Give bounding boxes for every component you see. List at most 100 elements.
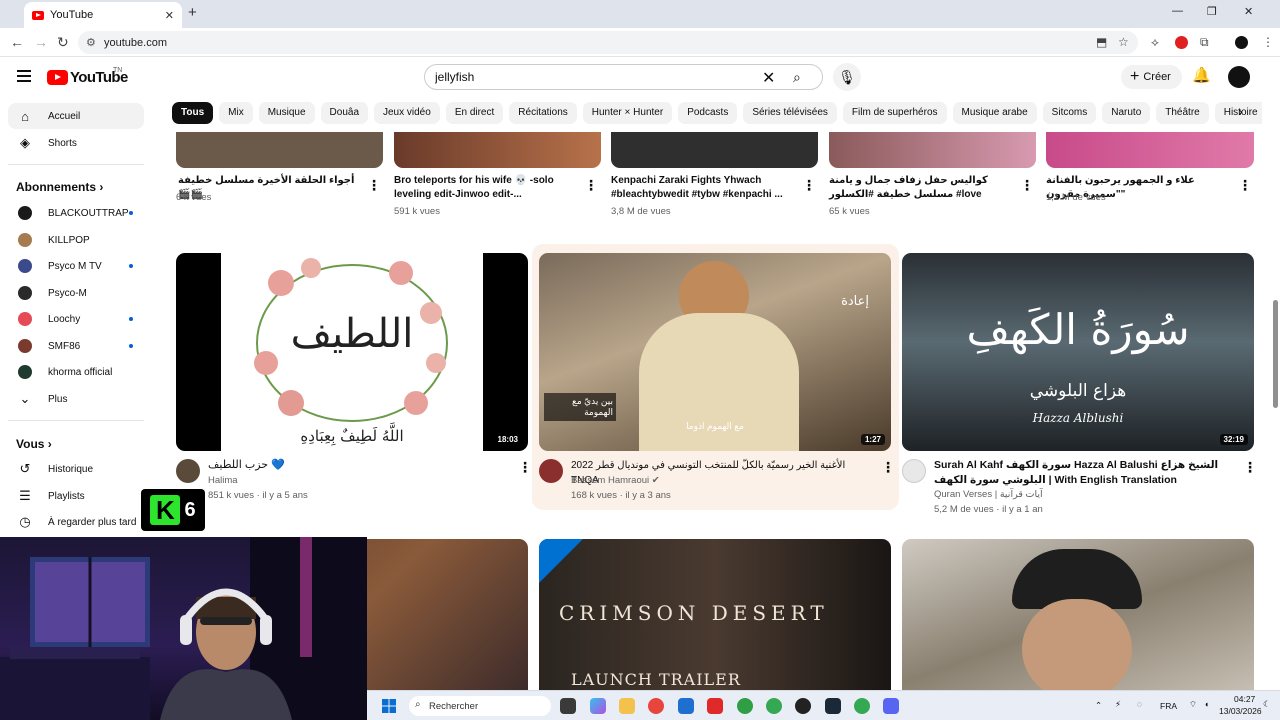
- short-title[interactable]: Bro teleports for his wife 💀 -solo level…: [394, 174, 574, 202]
- sidebar-item-subscription[interactable]: Loochy: [8, 306, 144, 332]
- sidebar-item-subscription[interactable]: Psyco-M: [8, 280, 144, 306]
- more-options-icon[interactable]: ⋮: [802, 177, 816, 194]
- search-box[interactable]: ✕ ⌕: [424, 64, 823, 90]
- profile-avatar[interactable]: [1235, 36, 1248, 49]
- sidebar-item-playlists[interactable]: ☰ Playlists: [8, 483, 144, 509]
- channel-name[interactable]: Halima: [208, 475, 238, 486]
- channel-name[interactable]: Bassem Hamraoui ✔: [571, 475, 660, 486]
- bookmark-star-icon[interactable]: ☆: [1118, 35, 1129, 49]
- forward-icon[interactable]: →: [34, 34, 48, 50]
- chip[interactable]: En direct: [445, 102, 504, 124]
- back-icon[interactable]: ←: [10, 34, 24, 50]
- chevron-right-icon[interactable]: ›: [1238, 103, 1243, 119]
- voice-search-mic-icon[interactable]: 🎙: [833, 63, 861, 91]
- app-icon[interactable]: [795, 698, 811, 714]
- wifi-icon[interactable]: ⌔: [1189, 699, 1197, 710]
- short-title[interactable]: كواليس حفل زفاف جمال و يامنة مسلسل خطيفة…: [829, 174, 1009, 202]
- page-scrollbar[interactable]: [1270, 132, 1280, 690]
- short-thumbnail[interactable]: [1046, 132, 1254, 168]
- more-options-icon[interactable]: ⋮: [881, 459, 895, 476]
- reload-icon[interactable]: ↻: [57, 34, 69, 51]
- more-options-icon[interactable]: ⋮: [1238, 177, 1252, 194]
- account-avatar[interactable]: [1228, 66, 1250, 88]
- tab-close-icon[interactable]: ✕: [165, 9, 174, 22]
- short-thumbnail[interactable]: [394, 132, 601, 168]
- video-thumbnail[interactable]: إعادة بين يديّ مع الهمومة مع الهموم اذوم…: [539, 253, 891, 451]
- scrollbar-thumb[interactable]: [1273, 300, 1278, 408]
- adblock-extension-icon[interactable]: [1175, 36, 1188, 49]
- subscriptions-heading[interactable]: Abonnements ›: [16, 180, 103, 194]
- chrome-profile-icon[interactable]: [766, 698, 782, 714]
- discord-icon[interactable]: [883, 698, 899, 714]
- taskbar-search[interactable]: ⌕ Rechercher: [409, 696, 551, 716]
- copilot-icon[interactable]: [590, 698, 606, 714]
- office-icon[interactable]: [707, 698, 723, 714]
- browser-tab[interactable]: YouTube ✕: [24, 2, 182, 28]
- sidebar-item-watch-later[interactable]: ◷ À regarder plus tard: [8, 509, 144, 535]
- channel-avatar[interactable]: [902, 459, 926, 483]
- more-options-icon[interactable]: ⋮: [367, 177, 381, 194]
- create-button[interactable]: + Créer: [1121, 65, 1182, 89]
- extension-icon[interactable]: ⟡: [1151, 35, 1159, 50]
- sidebar-item-subscription[interactable]: KILLPOP: [8, 227, 144, 253]
- video-thumbnail[interactable]: سُورَةُ الكَهفِ هزاع البلوشي Hazza Alblu…: [902, 253, 1254, 451]
- notification-icon[interactable]: ☾: [1263, 699, 1271, 710]
- windows-start-icon[interactable]: [382, 699, 396, 713]
- chip[interactable]: Mix: [219, 102, 253, 124]
- sidebar-item-more[interactable]: ⌄ Plus: [8, 386, 144, 412]
- extensions-puzzle-icon[interactable]: ⧉: [1200, 35, 1209, 50]
- short-thumbnail[interactable]: [829, 132, 1036, 168]
- more-options-icon[interactable]: ⋮: [518, 459, 532, 476]
- chip[interactable]: Tous: [172, 102, 214, 124]
- channel-avatar[interactable]: [539, 459, 563, 483]
- more-options-icon[interactable]: ⋮: [1020, 177, 1034, 194]
- channel-avatar[interactable]: [176, 459, 200, 483]
- short-title[interactable]: Kenpachi Zaraki Fights Yhwach #bleachtyb…: [611, 174, 791, 202]
- network-icon[interactable]: ⚡: [1115, 699, 1121, 710]
- browser-menu-icon[interactable]: ⋮: [1262, 35, 1274, 49]
- new-tab-button[interactable]: +: [188, 4, 197, 21]
- sidebar-item-history[interactable]: ↺ Historique: [8, 456, 144, 482]
- video-thumbnail[interactable]: CRIMSON DESERT LAUNCH TRAILER: [539, 539, 891, 690]
- chip[interactable]: Sitcoms: [1042, 102, 1097, 124]
- chip[interactable]: Jeux vidéo: [374, 102, 440, 124]
- clear-search-icon[interactable]: ✕: [762, 68, 775, 88]
- install-app-icon[interactable]: ⬒: [1096, 35, 1107, 49]
- search-input[interactable]: [435, 70, 755, 84]
- tray-chevron-up-icon[interactable]: ⌃: [1095, 700, 1102, 711]
- steam-icon[interactable]: [825, 698, 841, 714]
- chip[interactable]: Récitations: [509, 102, 577, 124]
- short-thumbnail[interactable]: [176, 132, 383, 168]
- chip[interactable]: Naruto: [1102, 102, 1151, 124]
- chip[interactable]: Théâtre: [1156, 102, 1209, 124]
- close-window-button[interactable]: ✕: [1244, 5, 1253, 18]
- channel-name[interactable]: Quran Verses | آيات قرآنية: [934, 489, 1043, 500]
- maximize-button[interactable]: ❐: [1207, 5, 1217, 18]
- tray-icon[interactable]: ◌: [1137, 699, 1142, 709]
- more-options-icon[interactable]: ⋮: [1243, 459, 1257, 476]
- video-thumbnail[interactable]: [902, 539, 1254, 690]
- chip[interactable]: Hunter × Hunter: [582, 102, 673, 124]
- video-title[interactable]: Surah Al Kahf سورة الكهف Hazza Al Balush…: [934, 458, 1246, 488]
- sidebar-item-shorts[interactable]: ◈ Shorts: [8, 130, 144, 156]
- volume-icon[interactable]: ◖: [1204, 699, 1209, 709]
- sidebar-item-subscription[interactable]: SMF86: [8, 333, 144, 359]
- you-heading[interactable]: Vous ›: [16, 437, 52, 451]
- clock-time[interactable]: 04:27: [1234, 694, 1255, 704]
- sidebar-item-subscription[interactable]: khorma official: [8, 359, 144, 385]
- file-explorer-icon[interactable]: [619, 698, 635, 714]
- chip[interactable]: Douâa: [320, 102, 368, 124]
- sidebar-item-subscription[interactable]: Psyco M TV: [8, 253, 144, 279]
- short-thumbnail[interactable]: [611, 132, 818, 168]
- menu-hamburger-icon[interactable]: [17, 70, 31, 82]
- chrome-icon[interactable]: [648, 698, 664, 714]
- chrome-active-icon[interactable]: [854, 698, 870, 714]
- clock-date[interactable]: 13/03/2026: [1219, 706, 1262, 716]
- video-title[interactable]: حزب اللطيف 💙: [208, 458, 448, 473]
- video-thumbnail[interactable]: اللطيف اللَّهُ لَطِيفٌ بِعِبَادِهِ 18:03: [176, 253, 528, 451]
- site-info-icon[interactable]: ⚙: [86, 36, 96, 49]
- sidebar-item-home[interactable]: ⌂ Accueil: [8, 103, 144, 129]
- chip[interactable]: Podcasts: [678, 102, 738, 124]
- chip[interactable]: Musique: [258, 102, 315, 124]
- more-options-icon[interactable]: ⋮: [584, 177, 598, 194]
